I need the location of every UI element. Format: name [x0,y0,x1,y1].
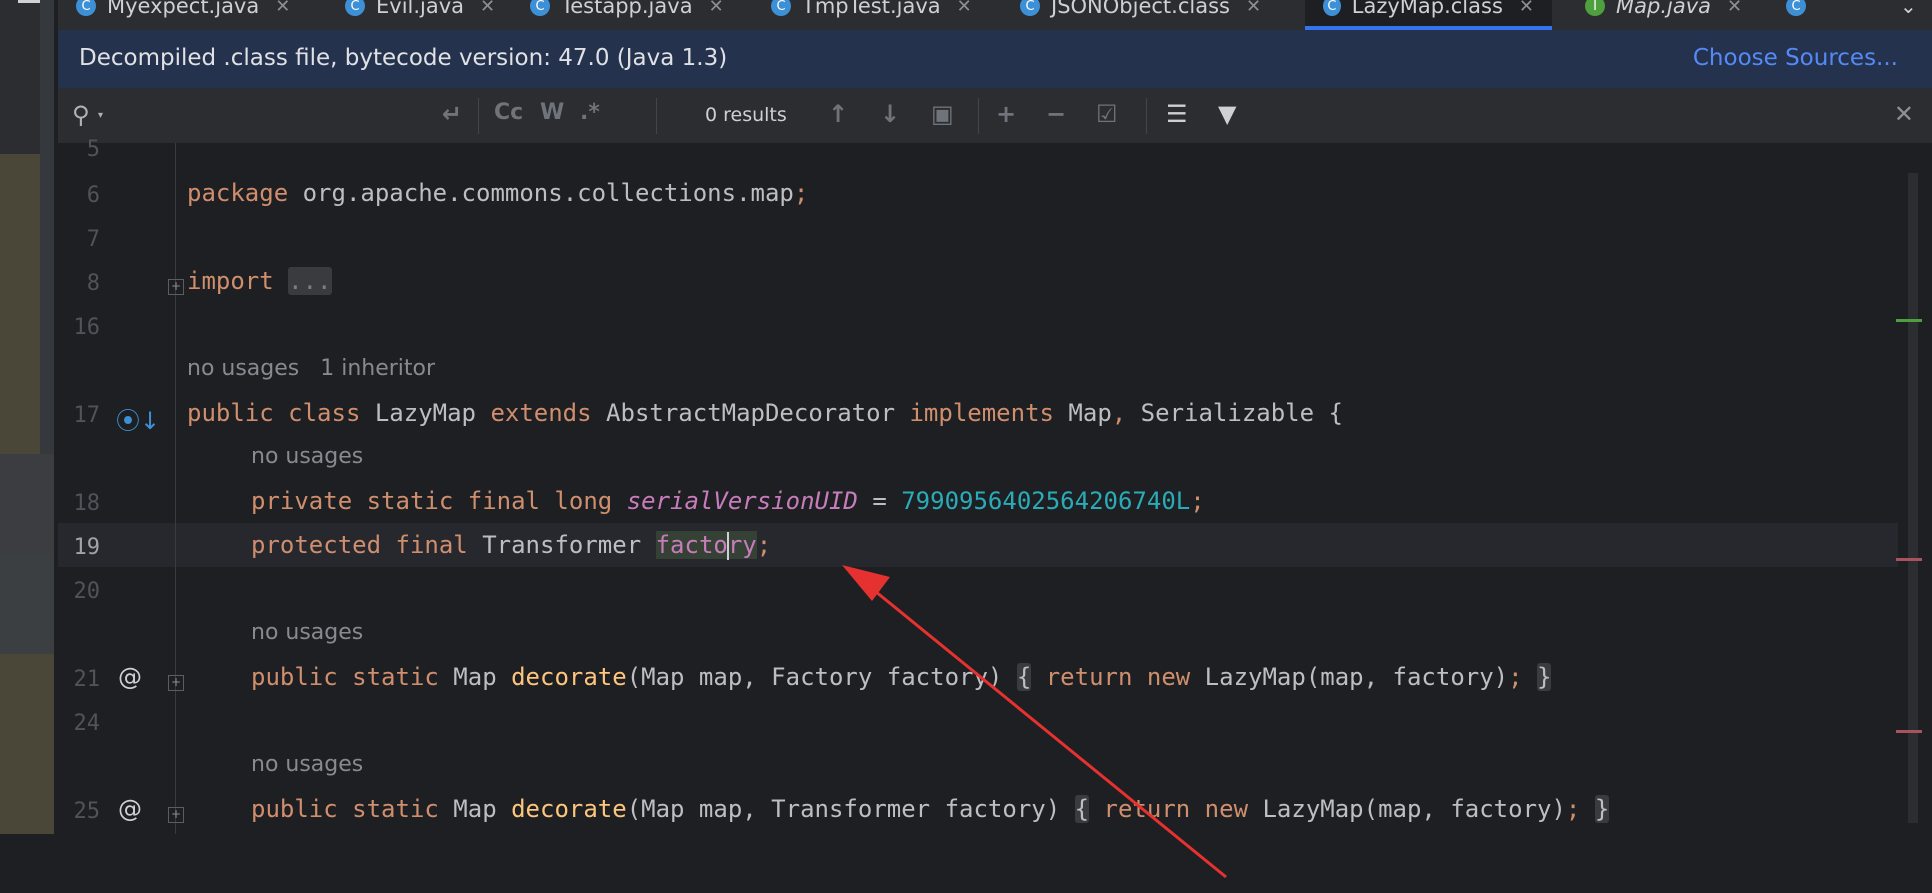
java-class-icon: C [1020,0,1040,16]
java-class-icon: C [530,0,550,16]
tab-label: TmpTest.java [802,0,941,18]
search-input[interactable] [118,96,492,136]
results-count: 0 results [705,104,787,126]
fold-expand-icon[interactable]: + [168,675,184,691]
implemented-by-icon[interactable]: ⦿↓ [116,401,160,436]
scroll-marker[interactable] [1896,558,1922,561]
code-editor[interactable]: 5 6 7 8 16 17 18 19 20 21 24 25 ⦿↓ @ @ +… [58,137,1932,879]
open-in-window-icon[interactable]: ▣ [931,100,954,128]
java-class-icon: C [1786,0,1806,16]
search-icon[interactable]: ⚲ [72,101,90,129]
project-panel-background [0,654,54,834]
inlay-hint-usages[interactable]: no usages [251,752,363,777]
close-icon[interactable]: ✕ [709,0,724,17]
code-line-18: private static final long serialVersionU… [251,487,1205,515]
banner-message: Decompiled .class file, bytecode version… [79,45,728,71]
divider [656,98,657,134]
tab-lazymap-class[interactable]: C LazyMap.class ✕ [1305,0,1552,30]
java-class-icon: C [345,0,365,16]
java-class-icon: C [76,0,96,16]
tab-map-java[interactable]: I Map.java ✕ [1585,0,1742,30]
editor-tab-bar: C Myexpect.java ✕ C Evil.java ✕ C Testap… [58,0,1932,30]
project-panel-background [0,154,40,454]
project-panel-edge [40,0,54,456]
fold-expand-icon[interactable]: + [168,807,184,823]
inlay-hint-usages[interactable]: no usages [251,444,363,469]
decompiled-banner: Decompiled .class file, bytecode version… [58,30,1932,89]
gutter-divider [175,143,176,834]
tab-evil-java[interactable]: C Evil.java ✕ [345,0,495,30]
line-number[interactable]: 18 [58,491,101,516]
arrow-down-icon[interactable]: ↓ [880,100,900,128]
match-case-icon[interactable]: Cc [494,100,523,125]
line-number[interactable]: 16 [58,315,101,340]
close-icon[interactable]: ✕ [1246,0,1261,17]
line-number[interactable]: 6 [58,183,100,208]
scrollbar-track[interactable] [1908,173,1918,823]
annotation-at-icon[interactable]: @ [118,795,142,823]
arrow-up-icon[interactable]: ↑ [828,100,848,128]
tab-overflow[interactable]: C [1786,0,1817,30]
line-number[interactable]: 5 [58,137,100,162]
close-icon[interactable]: ✕ [275,0,290,17]
code-line-17: public class LazyMap extends AbstractMap… [187,399,1343,427]
project-panel-background [0,554,54,654]
tab-myexpect-java[interactable]: C Myexpect.java ✕ [76,0,290,30]
search-history-dropdown-icon[interactable]: ▾ [98,110,103,121]
filter-search-results-icon[interactable]: ☰ [1166,100,1188,128]
divider [478,98,479,134]
divider [1146,98,1147,134]
line-number-current[interactable]: 19 [58,535,101,560]
java-class-icon: C [1323,0,1341,16]
line-number[interactable]: 7 [58,227,100,252]
line-number[interactable]: 17 [58,403,101,428]
line-number[interactable]: 25 [58,799,101,824]
tab-label: JSONObject.class [1051,0,1230,18]
code-line-6: package org.apache.commons.collections.m… [187,179,809,207]
scroll-marker[interactable] [1896,730,1922,733]
find-bar: ⚲ ▾ ↵ Cc W .* 0 results ↑ ↓ ▣ + − ☑ ☰ ▼ … [58,88,1932,144]
tab-label: Evil.java [376,0,465,18]
select-all-occurrences-icon[interactable]: ☑ [1096,100,1118,128]
tab-tmptest-java[interactable]: C TmpTest.java ✕ [771,0,972,30]
chevron-down-icon[interactable]: ⌄ [1900,0,1917,18]
scroll-marker[interactable] [1896,319,1922,322]
close-icon[interactable]: ✕ [957,0,972,17]
annotation-arrow [842,565,1227,879]
close-icon[interactable]: ✕ [1894,100,1914,128]
tab-testapp-java[interactable]: C Testapp.java ✕ [530,0,724,30]
choose-sources-link[interactable]: Choose Sources... [1693,45,1898,71]
line-number[interactable]: 20 [58,579,101,604]
close-icon[interactable]: ✕ [1727,0,1742,17]
java-class-icon: C [771,0,791,16]
inlay-hint-usages[interactable]: no usages 1 inheritor [187,356,435,381]
code-line-19: protected final Transformer factory; [251,531,772,560]
new-line-icon[interactable]: ↵ [442,100,462,128]
code-line-8: import ... [187,267,332,295]
tab-jsonobject-class[interactable]: C JSONObject.class ✕ [1020,0,1261,30]
line-number[interactable]: 8 [58,271,100,296]
menu-icon[interactable] [18,0,40,3]
interface-icon: I [1585,0,1605,16]
left-tool-strip [0,0,58,834]
filter-icon[interactable]: ▼ [1218,100,1236,128]
inlay-hint-usages[interactable]: no usages [251,620,363,645]
tab-label: Map.java [1616,0,1711,18]
project-panel-selection [0,454,54,554]
close-icon[interactable]: ✕ [480,0,495,17]
add-occurrence-icon[interactable]: + [996,100,1016,128]
line-number[interactable]: 21 [58,667,101,692]
regex-icon[interactable]: .* [580,100,600,125]
tab-label: Testapp.java [561,0,693,18]
tab-label: Myexpect.java [107,0,260,18]
annotation-at-icon[interactable]: @ [118,663,142,691]
folded-imports[interactable]: ... [288,267,332,295]
tab-label: LazyMap.class [1351,0,1503,18]
divider [978,98,979,134]
close-icon[interactable]: ✕ [1519,0,1534,17]
remove-occurrence-icon[interactable]: − [1046,100,1066,128]
fold-expand-icon[interactable]: + [168,279,184,295]
line-number[interactable]: 24 [58,711,101,736]
whole-words-icon[interactable]: W [540,100,564,125]
